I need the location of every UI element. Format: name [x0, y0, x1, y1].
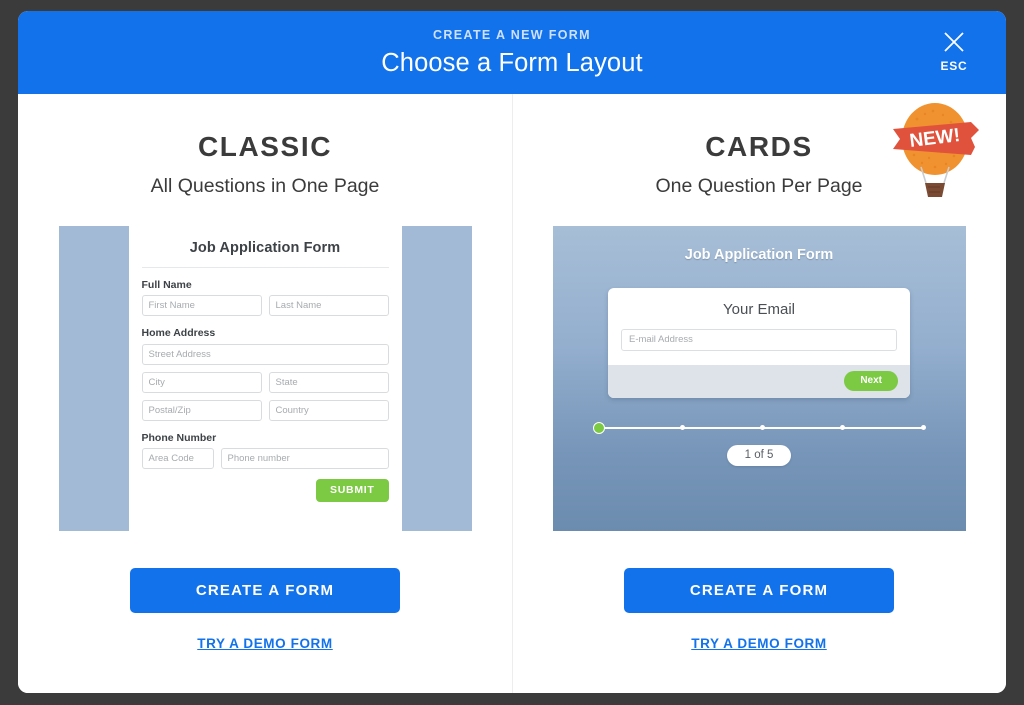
phone-number-input[interactable]: Phone number — [220, 448, 389, 469]
field-label-phone-number: Phone Number — [141, 431, 217, 444]
question-title: Your Email — [723, 300, 795, 318]
submit-button[interactable]: SUBMIT — [316, 479, 389, 502]
classic-form-sheet: Job Application Form Full Name First Nam… — [128, 225, 402, 531]
country-input[interactable]: Country — [268, 399, 389, 421]
field-row-street: Street Address — [141, 343, 389, 365]
field-label-home-address: Home Address — [141, 327, 216, 339]
cards-title: CARDS — [705, 131, 813, 162]
choose-form-layout-modal: CREATE A NEW FORM Choose a Form Layout E… — [18, 11, 1006, 693]
next-button[interactable]: Next — [844, 371, 898, 391]
cards-form-title: Job Application Form — [684, 246, 834, 263]
modal-header: CREATE A NEW FORM Choose a Form Layout E… — [18, 11, 1006, 94]
last-name-input[interactable]: Last Name — [268, 295, 389, 316]
progress-dot-2[interactable] — [679, 425, 685, 430]
new-balloon-badge: NEW! — [887, 97, 983, 201]
layout-option-cards: CARDS One Question Per Page NEW! Job App… — [512, 94, 1006, 693]
page-title: Choose a Form Layout — [381, 48, 643, 77]
progress-dot-4[interactable] — [840, 425, 846, 430]
field-label-full-name: Full Name — [141, 278, 192, 291]
cards-actions: CREATE A FORM TRY A DEMO FORM — [624, 567, 894, 651]
classic-submit-row: SUBMIT — [142, 479, 389, 502]
try-a-demo-form-link-classic[interactable]: TRY A DEMO FORM — [197, 636, 333, 651]
progress-dots — [592, 421, 926, 434]
cards-subtitle: One Question Per Page — [655, 175, 863, 197]
esc-label: ESC — [940, 59, 968, 73]
classic-title: CLASSIC — [197, 131, 333, 162]
city-input[interactable]: City — [141, 371, 262, 393]
create-a-form-button-classic[interactable]: CREATE A FORM — [130, 567, 400, 613]
progress-bar — [592, 421, 926, 434]
progress-dot-5[interactable] — [920, 425, 926, 430]
classic-form-title: Job Application Form — [141, 240, 389, 268]
layout-options: CLASSIC All Questions in One Page Job Ap… — [18, 94, 1006, 693]
state-input[interactable]: State — [268, 371, 389, 393]
first-name-input[interactable]: First Name — [141, 295, 262, 316]
close-esc-button[interactable]: ESC — [930, 30, 978, 72]
cards-mockup: Job Application Form Your Email E-mail A… — [552, 225, 966, 531]
postal-zip-input[interactable]: Postal/Zip — [141, 399, 262, 421]
classic-subtitle: All Questions in One Page — [150, 175, 380, 197]
modal-eyebrow: CREATE A NEW FORM — [433, 28, 591, 42]
question-card-body: E-mail Address — [608, 328, 910, 365]
email-field[interactable]: E-mail Address — [621, 328, 897, 351]
cards-mockup-frame: Job Application Form Your Email E-mail A… — [552, 225, 966, 531]
classic-mockup-frame: Job Application Form Full Name First Nam… — [58, 225, 472, 531]
classic-actions: CREATE A FORM TRY A DEMO FORM — [130, 567, 400, 651]
layout-option-classic: CLASSIC All Questions in One Page Job Ap… — [18, 94, 512, 693]
classic-mockup: Job Application Form Full Name First Nam… — [58, 225, 472, 531]
area-code-input[interactable]: Area Code — [141, 448, 214, 469]
street-address-input[interactable]: Street Address — [141, 343, 389, 365]
close-icon — [944, 32, 964, 52]
progress-dot-3[interactable] — [760, 425, 765, 430]
field-row-full-name: First Name Last Name — [141, 295, 389, 316]
field-row-city-state: City State — [141, 371, 389, 393]
page-counter: 1 of 5 — [726, 444, 792, 466]
field-row-phone: Area Code Phone number — [141, 448, 389, 469]
create-a-form-button-cards[interactable]: CREATE A FORM — [624, 567, 894, 613]
question-card-footer: Next — [608, 364, 910, 398]
progress-dot-1[interactable] — [592, 421, 605, 434]
hot-air-balloon-icon: NEW! — [893, 103, 979, 197]
question-card: Your Email E-mail Address Next — [608, 287, 910, 398]
field-row-zip-country: Postal/Zip Country — [141, 399, 389, 421]
try-a-demo-form-link-cards[interactable]: TRY A DEMO FORM — [691, 636, 827, 651]
